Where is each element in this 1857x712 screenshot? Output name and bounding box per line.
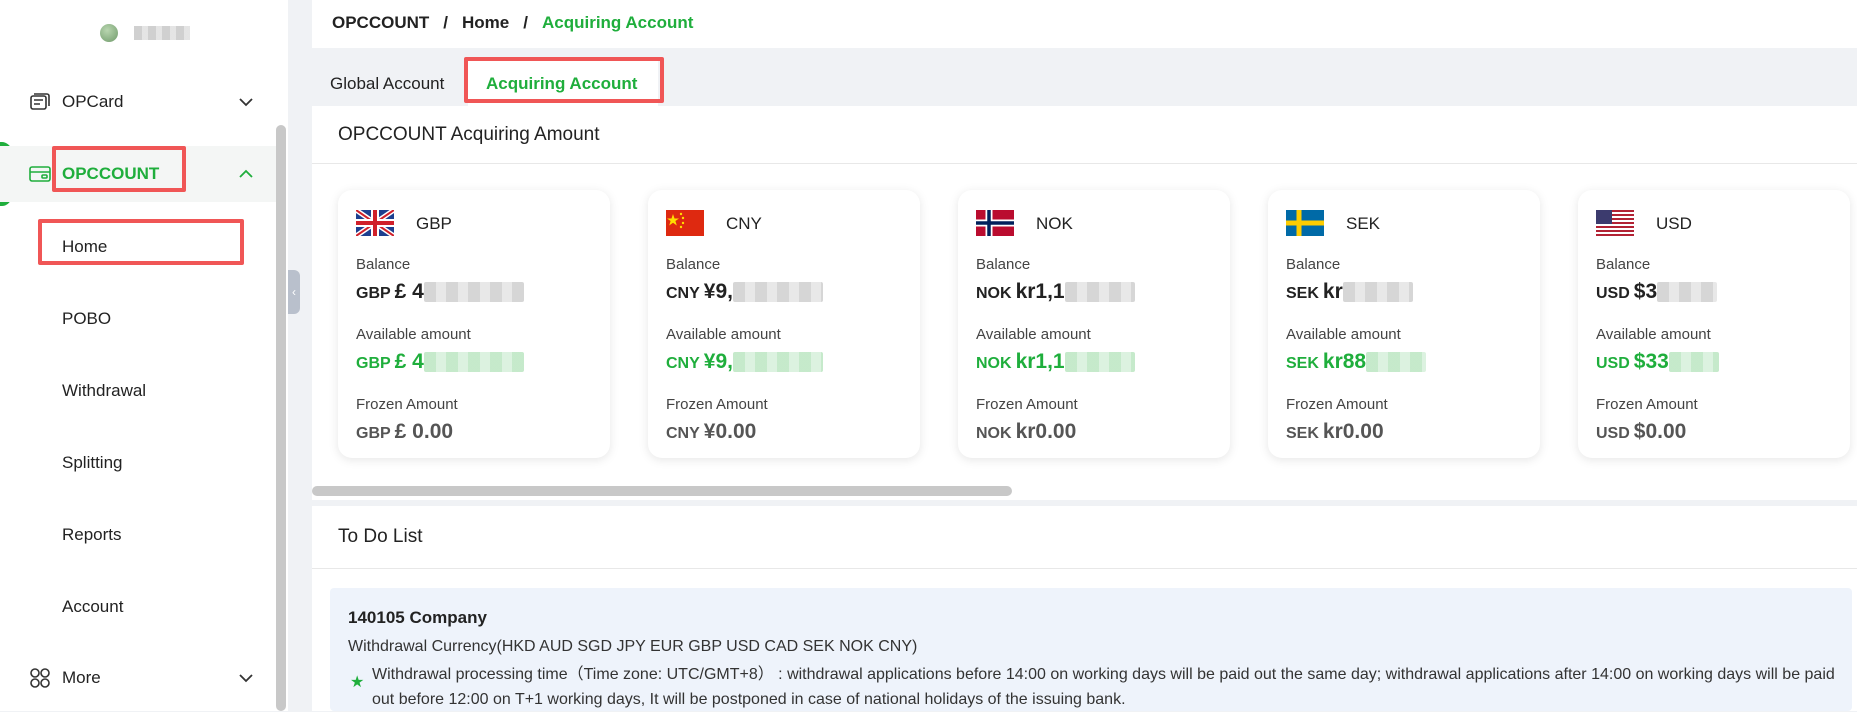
chevron-up-icon — [239, 169, 253, 178]
currency-code: CNY — [726, 214, 762, 233]
frozen-value: SEK kr0.00 — [1286, 420, 1384, 443]
todo-withdrawal-currency: Withdrawal Currency(HKD AUD SGD JPY EUR … — [348, 638, 918, 655]
main-content: OPCCOUNT / Home / Acquiring Account Glob… — [312, 0, 1857, 711]
available-value: SEK kr88 — [1286, 350, 1427, 374]
breadcrumb-separator: / — [523, 13, 528, 32]
currency-card-nok[interactable]: NOK Balance NOK kr1,1 Available amount NO… — [958, 190, 1230, 458]
frozen-label: Frozen Amount — [1596, 396, 1698, 413]
available-label: Available amount — [356, 326, 471, 343]
todo-item: 140105 Company Withdrawal Currency(HKD A… — [330, 588, 1852, 711]
balance-label: Balance — [356, 256, 411, 273]
highlight-box-acquiring-tab — [464, 57, 664, 103]
nav-group-opcard[interactable]: OPCard — [0, 74, 276, 130]
available-label: Available amount — [976, 326, 1091, 343]
balance-value: NOK kr1,1 — [976, 280, 1135, 304]
todo-title: To Do List — [338, 526, 423, 547]
panel-title: OPCCOUNT Acquiring Amount — [338, 124, 600, 145]
currency-code: GBP — [416, 214, 452, 233]
chevron-down-icon — [239, 674, 253, 683]
masked-value — [1064, 352, 1135, 373]
usa-flag-icon — [1596, 210, 1634, 236]
wallet-icon — [29, 166, 51, 182]
masked-value — [1064, 282, 1135, 303]
frozen-value: USD $0.00 — [1596, 420, 1687, 443]
balance-value: USD $3 — [1596, 280, 1718, 304]
currency-code: SEK — [1346, 214, 1381, 233]
logo-text-masked — [134, 26, 190, 40]
breadcrumb-home[interactable]: Home — [462, 13, 509, 33]
currency-code: NOK — [1036, 214, 1073, 233]
available-value: CNY ¥9, — [666, 350, 823, 374]
uk-flag-icon — [356, 210, 394, 236]
balance-label: Balance — [666, 256, 721, 273]
todo-company: 140105 Company — [348, 608, 487, 627]
star-icon: ★ — [350, 674, 365, 691]
nav-group-label: More — [62, 668, 101, 687]
todo-processing-time: Withdrawal processing time（Time zone: UT… — [372, 666, 1835, 708]
frozen-value: CNY ¥0.00 — [666, 420, 757, 443]
currency-code: USD — [1656, 214, 1692, 233]
breadcrumb-root[interactable]: OPCCOUNT — [332, 13, 429, 33]
sidebar-item-account[interactable]: Account — [62, 597, 123, 617]
masked-value — [1366, 352, 1427, 373]
available-label: Available amount — [666, 326, 781, 343]
breadcrumb-separator: / — [443, 13, 449, 32]
frozen-label: Frozen Amount — [976, 396, 1078, 413]
sidebar-item-pobo[interactable]: POBO — [62, 309, 111, 329]
sidebar-item-withdrawal[interactable]: Withdrawal — [62, 381, 146, 401]
balance-label: Balance — [1286, 256, 1341, 273]
frozen-label: Frozen Amount — [356, 396, 458, 413]
available-value: USD $33 — [1596, 350, 1719, 374]
balance-label: Balance — [976, 256, 1031, 273]
divider — [312, 163, 1857, 164]
china-flag-icon — [666, 210, 704, 236]
balance-value: CNY ¥9, — [666, 280, 823, 304]
sidebar-collapse-handle[interactable]: ‹ — [288, 270, 300, 314]
sweden-flag-icon — [1286, 210, 1324, 236]
tab-global-account[interactable]: Global Account — [312, 60, 463, 106]
masked-value — [423, 282, 524, 303]
sidebar-item-splitting[interactable]: Splitting — [62, 453, 122, 473]
currency-card-usd[interactable]: USD Balance USD $3 Available amount USD $3… — [1578, 190, 1850, 458]
breadcrumb-current: Acquiring Account — [541, 13, 694, 32]
frozen-label: Frozen Amount — [1286, 396, 1388, 413]
sidebar-item-reports[interactable]: Reports — [62, 525, 122, 545]
available-label: Available amount — [1596, 326, 1711, 343]
sidebar-scrollbar[interactable] — [276, 125, 286, 711]
masked-value — [732, 282, 823, 303]
logo — [100, 24, 190, 42]
available-label: Available amount — [1286, 326, 1401, 343]
sidebar: OPCard OPCCOUNT Home POBO Withdrawal Spl… — [0, 0, 288, 711]
balance-value: SEK kr — [1286, 280, 1413, 304]
balance-value: GBP £ 4 — [356, 280, 524, 304]
breadcrumb: OPCCOUNT / Home / Acquiring Account — [332, 13, 693, 33]
masked-value — [1342, 282, 1413, 303]
available-value: GBP £ 4 — [356, 350, 524, 374]
frozen-value: GBP £ 0.00 — [356, 420, 454, 443]
frozen-value: NOK kr0.00 — [976, 420, 1077, 443]
divider — [312, 568, 1857, 569]
chevron-down-icon — [239, 98, 253, 107]
chevron-left-icon: ‹ — [292, 285, 296, 299]
masked-value — [1668, 352, 1719, 373]
nav-group-more[interactable]: More — [0, 650, 276, 706]
masked-value — [732, 352, 823, 373]
grid-icon — [30, 668, 50, 688]
currency-card-cny[interactable]: CNY Balance CNY ¥9, Available amount CNY ¥… — [648, 190, 920, 458]
cards-horizontal-scrollbar[interactable] — [312, 486, 1012, 496]
norway-flag-icon — [976, 210, 1014, 236]
available-value: NOK kr1,1 — [976, 350, 1135, 374]
header-bar: OPCCOUNT / Home / Acquiring Account — [312, 0, 1857, 48]
balance-label: Balance — [1596, 256, 1651, 273]
masked-value — [423, 352, 524, 373]
highlight-box-home — [38, 219, 244, 265]
logo-mark-icon — [100, 24, 118, 42]
currency-card-gbp[interactable]: GBP Balance GBP £ 4 Available amount GBP £… — [338, 190, 610, 458]
frozen-label: Frozen Amount — [666, 396, 768, 413]
masked-value — [1657, 282, 1718, 303]
highlight-box-opccount — [52, 146, 186, 192]
currency-card-sek[interactable]: SEK Balance SEK kr Available amount SEK kr… — [1268, 190, 1540, 458]
card-stack-icon — [30, 93, 50, 110]
nav-group-label: OPCard — [62, 92, 124, 111]
